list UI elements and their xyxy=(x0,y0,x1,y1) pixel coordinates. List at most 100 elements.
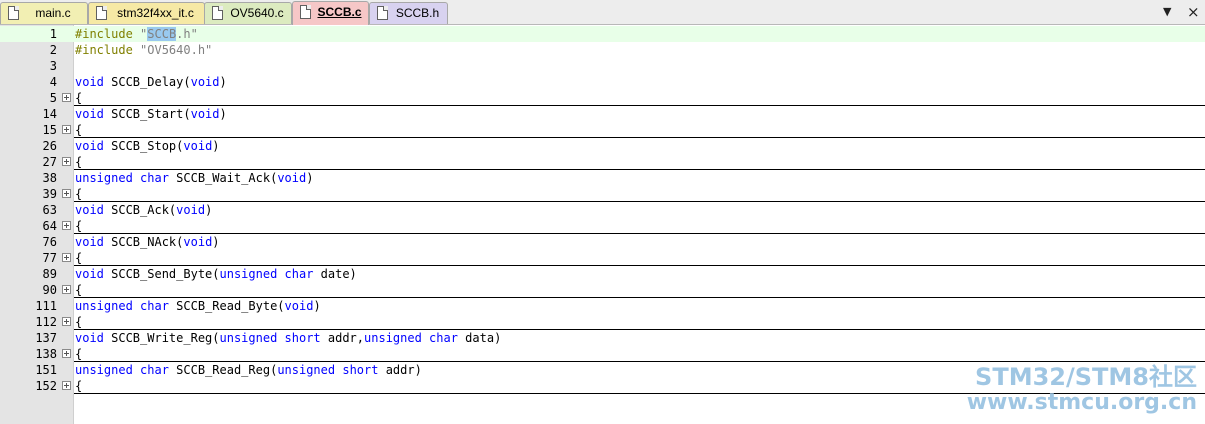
code-token: { xyxy=(75,251,83,265)
code-token: { xyxy=(75,283,83,297)
code-line[interactable]: 1 #include "SCCB.h" xyxy=(0,26,1205,42)
code-token: void xyxy=(190,107,220,121)
code-text: { xyxy=(75,154,82,170)
tab-label: SCCB.c xyxy=(317,5,362,19)
code-token: { xyxy=(75,123,83,137)
code-text: void SCCB_Delay(void) xyxy=(75,74,227,90)
code-line[interactable]: 138 { xyxy=(0,346,1205,362)
code-line[interactable]: 39 { xyxy=(0,186,1205,202)
code-token: unsigned xyxy=(277,363,336,377)
line-number: 89 xyxy=(42,267,57,281)
fold-expand-icon[interactable] xyxy=(62,253,71,262)
code-text: #include "SCCB.h" xyxy=(75,26,198,42)
code-text: void SCCB_Send_Byte(unsigned char date) xyxy=(75,266,357,282)
code-line[interactable]: 2 #include "OV5640.h" xyxy=(0,42,1205,58)
code-line[interactable]: 90 { xyxy=(0,282,1205,298)
code-token: SCCB_Ack( xyxy=(103,203,177,217)
line-number: 137 xyxy=(35,331,57,345)
code-text: #include "OV5640.h" xyxy=(75,42,212,58)
code-token: { xyxy=(75,91,83,105)
code-line[interactable]: 64 { xyxy=(0,218,1205,234)
code-text: { xyxy=(75,314,82,330)
fold-expand-icon[interactable] xyxy=(62,381,71,390)
code-token: ) xyxy=(219,75,227,89)
fold-expand-icon[interactable] xyxy=(62,317,71,326)
code-line[interactable]: 3 xyxy=(0,58,1205,74)
code-text: unsigned char SCCB_Read_Reg(unsigned sho… xyxy=(75,362,422,378)
code-token: void xyxy=(75,139,104,153)
line-number: 64 xyxy=(42,219,57,233)
tab-list-dropdown-icon[interactable]: ▼ xyxy=(1163,3,1171,21)
line-number: 2 xyxy=(49,43,57,57)
file-icon xyxy=(300,5,311,19)
code-line[interactable]: 77 { xyxy=(0,250,1205,266)
code-line[interactable]: 112 { xyxy=(0,314,1205,330)
code-token: void xyxy=(190,75,220,89)
code-line[interactable]: 76 void SCCB_NAck(void) xyxy=(0,234,1205,250)
code-token: SCCB_Read_Byte( xyxy=(168,299,285,313)
tab-label: main.c xyxy=(35,6,71,20)
fold-expand-icon[interactable] xyxy=(62,157,71,166)
fold-expand-icon[interactable] xyxy=(62,349,71,358)
code-line[interactable]: 38 unsigned char SCCB_Wait_Ack(void) xyxy=(0,170,1205,186)
code-line[interactable]: 14 void SCCB_Start(void) xyxy=(0,106,1205,122)
tab-sccb-c[interactable]: SCCB.c xyxy=(292,1,369,25)
code-line[interactable]: 26 void SCCB_Stop(void) xyxy=(0,138,1205,154)
line-number: 38 xyxy=(42,171,57,185)
code-line[interactable]: 137 void SCCB_Write_Reg(unsigned short ad… xyxy=(0,330,1205,346)
code-line[interactable]: 89 void SCCB_Send_Byte(unsigned char date… xyxy=(0,266,1205,282)
code-text: { xyxy=(75,90,82,106)
code-token: SCCB_Send_Byte( xyxy=(103,267,220,281)
code-token: unsigned xyxy=(219,267,278,281)
tab-main-c[interactable]: main.c xyxy=(0,2,88,24)
code-token: short xyxy=(342,363,379,377)
code-token: char xyxy=(140,299,169,313)
code-token: SCCB_Write_Reg( xyxy=(103,331,220,345)
code-token: ) xyxy=(306,171,314,185)
tab-stm32f4xx-it-c[interactable]: stm32f4xx_it.c xyxy=(88,2,205,24)
code-token: date) xyxy=(313,267,357,281)
line-number: 26 xyxy=(42,139,57,153)
code-token: unsigned xyxy=(75,299,133,313)
close-tab-icon[interactable]: × xyxy=(1187,3,1200,21)
code-token: ) xyxy=(212,235,220,249)
code-line[interactable]: 15 { xyxy=(0,122,1205,138)
line-number: 27 xyxy=(42,155,57,169)
code-token: void xyxy=(75,75,104,89)
fold-expand-icon[interactable] xyxy=(62,285,71,294)
code-token: .h" xyxy=(176,27,198,41)
code-token: void xyxy=(176,203,206,217)
file-icon xyxy=(8,6,19,20)
code-text: void SCCB_Stop(void) xyxy=(75,138,220,154)
code-text: void SCCB_NAck(void) xyxy=(75,234,220,250)
tab-sccb-h[interactable]: SCCB.h xyxy=(369,2,448,24)
fold-expand-icon[interactable] xyxy=(62,125,71,134)
code-token: void xyxy=(75,107,104,121)
fold-expand-icon[interactable] xyxy=(62,93,71,102)
fold-expand-icon[interactable] xyxy=(62,189,71,198)
code-token: char xyxy=(140,363,169,377)
code-text: { xyxy=(75,378,82,394)
code-token: ) xyxy=(212,139,220,153)
code-token: data) xyxy=(457,331,502,345)
code-token: SCCB_Stop( xyxy=(103,139,184,153)
code-token: #include xyxy=(75,43,141,57)
code-line[interactable]: 111 unsigned char SCCB_Read_Byte(void) xyxy=(0,298,1205,314)
code-line[interactable]: 4 void SCCB_Delay(void) xyxy=(0,74,1205,90)
code-line[interactable]: 5{ xyxy=(0,90,1205,106)
file-icon xyxy=(212,6,223,20)
line-number: 1 xyxy=(49,27,57,41)
code-line[interactable]: 27 { xyxy=(0,154,1205,170)
fold-expand-icon[interactable] xyxy=(62,221,71,230)
watermark-line-2: www.stmcu.org.cn xyxy=(966,390,1197,415)
line-number: 76 xyxy=(42,235,57,249)
code-line[interactable]: 63 void SCCB_Ack(void) xyxy=(0,202,1205,218)
code-token: short xyxy=(284,331,321,345)
tab-ov5640-c[interactable]: OV5640.c xyxy=(204,2,292,24)
code-token: unsigned xyxy=(219,331,278,345)
tab-label: OV5640.c xyxy=(230,6,284,20)
code-token: unsigned xyxy=(75,363,133,377)
code-token: char xyxy=(429,331,458,345)
code-text: { xyxy=(75,282,82,298)
